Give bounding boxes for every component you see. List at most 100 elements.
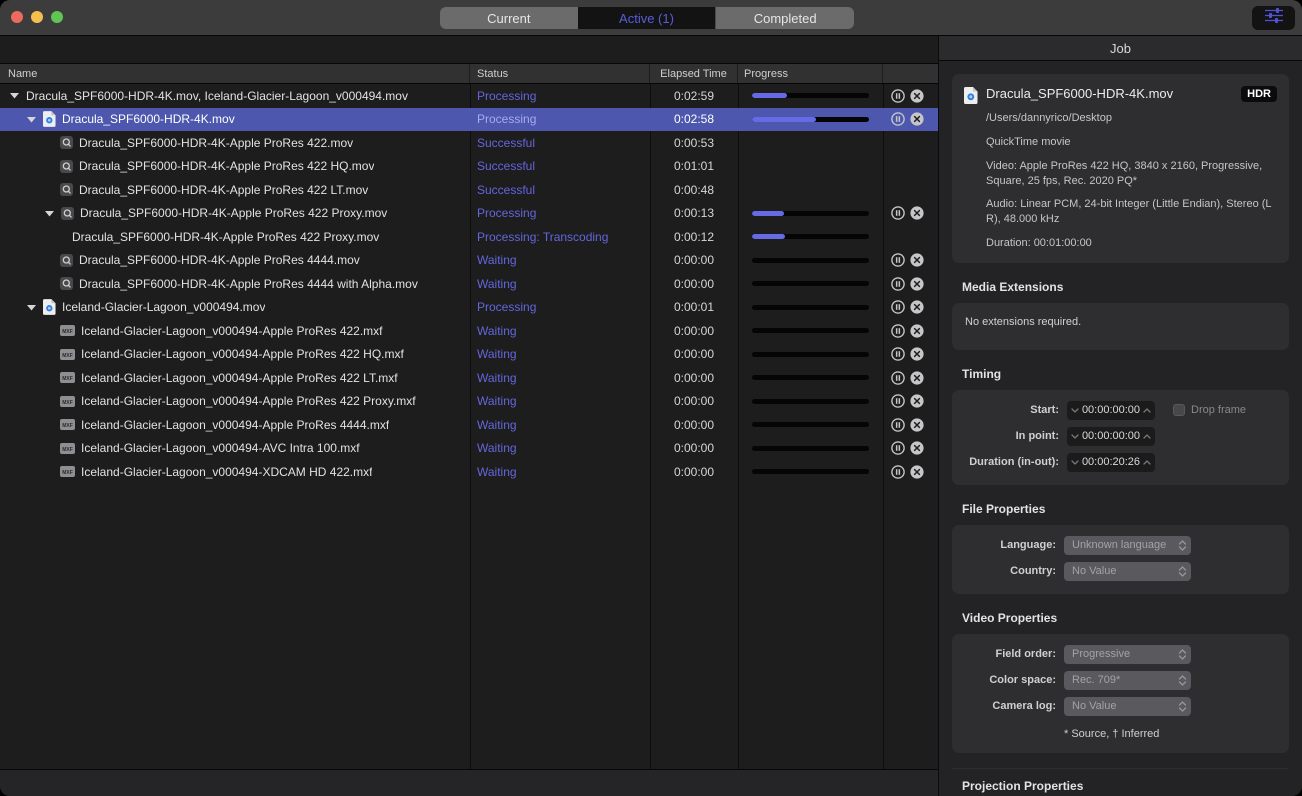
status-text: Waiting [477,347,517,362]
pause-button[interactable] [891,206,905,221]
table-row[interactable]: MXF Iceland-Glacier-Lagoon_v000494-Apple … [0,366,938,390]
cancel-button[interactable] [910,300,924,314]
table-row[interactable]: MXF Iceland-Glacier-Lagoon_v000494-Apple … [0,319,938,343]
column-header-elapsed-time[interactable]: Elapsed Time [650,64,738,83]
table-row[interactable]: Dracula_SPF6000-HDR-4K-Apple ProRes 422.… [0,131,938,155]
cancel-button[interactable] [910,465,924,479]
job-inspector: Job Dracula_SPF6000-HDR-4K.mov HDR /User… [938,36,1302,796]
file-name: Iceland-Glacier-Lagoon_v000494-Apple Pro… [81,347,404,362]
mxf-file-icon: MXF [60,395,75,407]
pause-button[interactable] [891,417,905,432]
column-header-status[interactable]: Status [470,64,650,83]
table-row[interactable]: Dracula_SPF6000-HDR-4K-Apple ProRes 4444… [0,249,938,273]
table-row[interactable]: MXF Iceland-Glacier-Lagoon_v000494-Apple … [0,343,938,367]
column-header-progress[interactable]: Progress [738,64,883,83]
elapsed-time: 0:00:00 [673,394,715,409]
stepper-increment-icon[interactable] [1143,407,1151,413]
pause-button[interactable] [891,464,905,479]
cancel-button[interactable] [910,253,924,267]
name-cell: Dracula_SPF6000-HDR-4K.mov, Iceland-Glac… [0,84,470,108]
column-header-actions[interactable] [883,64,938,83]
section-timing: Timing [962,366,1002,381]
table-row[interactable]: Dracula_SPF6000-HDR-4K-Apple ProRes 4444… [0,272,938,296]
disclosure-triangle-icon[interactable] [43,210,55,217]
pause-button[interactable] [891,441,905,456]
table-row[interactable]: Dracula_SPF6000-HDR-4K-Apple ProRes 422 … [0,178,938,202]
progress-bar [752,328,869,334]
cancel-button[interactable] [910,324,924,338]
timecode-stepper[interactable]: 00:00:00:00 [1067,426,1155,446]
cancel-button[interactable] [910,394,924,408]
pause-button[interactable] [891,323,905,338]
pause-button[interactable] [891,394,905,409]
table-row[interactable]: Dracula_SPF6000-HDR-4K-Apple ProRes 422 … [0,202,938,226]
timing-field-label: Start: [1030,404,1059,417]
table-row[interactable]: MXF Iceland-Glacier-Lagoon_v000494-AVC In… [0,437,938,461]
elapsed-time: 0:02:58 [673,112,715,127]
cancel-button[interactable] [910,206,924,220]
progress-cell [738,202,883,226]
progress-bar [752,398,869,404]
pause-button[interactable] [891,300,905,315]
stepper-decrement-icon[interactable] [1071,460,1079,465]
pause-button[interactable] [891,253,905,268]
pause-button[interactable] [891,88,905,103]
tab-completed[interactable]: Completed [715,7,854,29]
row-actions [883,249,938,273]
filter-settings-button[interactable] [1252,6,1295,30]
collapsed-sections: Projection PropertiesJob AnnotationsHDR … [952,767,1289,796]
table-row[interactable]: Dracula_SPF6000-HDR-4K.mov, Iceland-Glac… [0,84,938,108]
progress-cell [738,131,883,155]
close-window-button[interactable] [11,11,23,23]
progress-bar [752,445,869,451]
tab-current[interactable]: Current [440,7,578,29]
table-row[interactable]: MXF Iceland-Glacier-Lagoon_v000494-Apple … [0,413,938,437]
file-name: Dracula_SPF6000-HDR-4K-Apple ProRes 422 … [80,206,388,221]
table-row[interactable]: MXF Iceland-Glacier-Lagoon_v000494-Apple … [0,390,938,414]
popup-menu[interactable]: Unknown language [1064,535,1191,555]
zoom-window-button[interactable] [51,11,63,23]
table-row[interactable]: Dracula_SPF6000-HDR-4K-Apple ProRes 422 … [0,155,938,179]
section-projection-properties[interactable]: Projection Properties [952,767,1289,796]
cancel-button[interactable] [910,89,924,103]
stepper-decrement-icon[interactable] [1071,408,1079,413]
disclosure-triangle-icon[interactable] [25,304,37,311]
pause-button[interactable] [891,347,905,362]
progress-cell [738,178,883,202]
cancel-button[interactable] [910,371,924,385]
table-row[interactable]: Dracula_SPF6000-HDR-4K-Apple ProRes 422 … [0,225,938,249]
timecode-stepper[interactable]: 00:00:00:00 [1067,400,1155,420]
table-row[interactable]: Iceland-Glacier-Lagoon_v000494.mov Proces… [0,296,938,320]
stepper-increment-icon[interactable] [1143,433,1151,439]
cancel-button[interactable] [910,112,924,126]
tab-active-1[interactable]: Active (1) [577,7,716,29]
progress-bar [752,210,869,216]
status-text: Waiting [477,464,517,479]
stepper-increment-icon[interactable] [1143,459,1151,465]
popup-menu[interactable]: No Value [1064,561,1191,581]
disclosure-triangle-icon[interactable] [8,92,20,99]
cancel-button[interactable] [910,277,924,291]
job-file-path: /Users/dannyrico/Desktop [986,112,1112,124]
popup-menu[interactable]: No Value [1064,696,1191,716]
stepper-decrement-icon[interactable] [1071,434,1079,439]
status-text: Successful [477,135,536,150]
drop-frame-checkbox[interactable] [1173,404,1185,417]
batch-body: Dracula_SPF6000-HDR-4K.mov, Iceland-Glac… [0,84,938,769]
table-row[interactable]: MXF Iceland-Glacier-Lagoon_v000494-XDCAM … [0,460,938,484]
inspector-content: Dracula_SPF6000-HDR-4K.mov HDR /Users/da… [939,61,1302,796]
popup-menu[interactable]: Progressive [1064,644,1191,664]
popup-menu[interactable]: Rec. 709* [1064,670,1191,690]
cancel-button[interactable] [910,418,924,432]
disclosure-triangle-icon[interactable] [25,116,37,123]
cancel-button[interactable] [910,347,924,361]
sliders-icon [1264,8,1284,28]
pause-button[interactable] [891,276,905,291]
table-row[interactable]: Dracula_SPF6000-HDR-4K.mov Processing 0:02… [0,107,938,131]
timecode-stepper[interactable]: 00:00:20:26 [1067,452,1155,472]
column-header-name[interactable]: Name [0,64,470,83]
minimize-window-button[interactable] [31,11,43,23]
pause-button[interactable] [891,112,905,127]
cancel-button[interactable] [910,441,924,455]
pause-button[interactable] [891,370,905,385]
